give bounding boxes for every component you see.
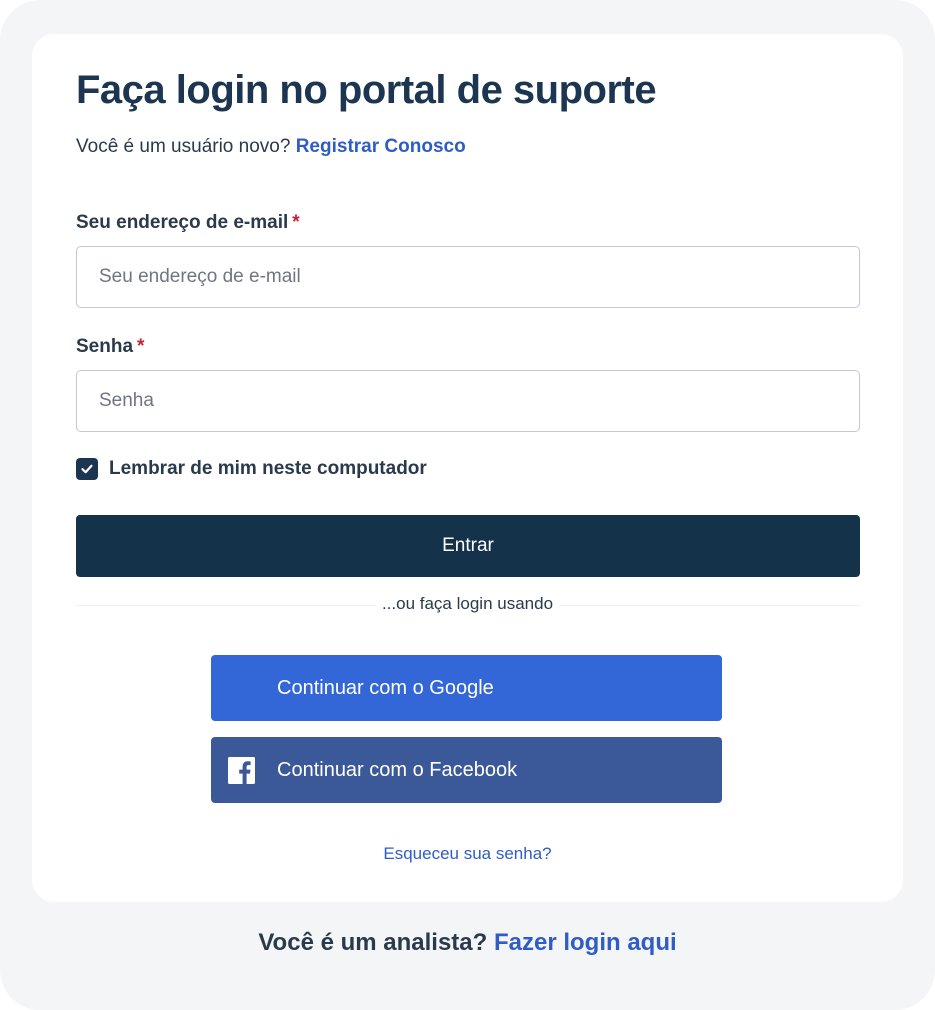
register-link[interactable]: Registrar Conosco <box>296 136 466 157</box>
page-background: Faça login no portal de suporte Você é u… <box>0 0 935 1010</box>
facebook-login-button[interactable]: Continuar com o Facebook <box>211 737 722 803</box>
facebook-icon <box>228 757 255 784</box>
analyst-prompt: Você é um analista? Fazer login aqui <box>0 929 935 957</box>
required-asterisk: * <box>137 336 145 357</box>
email-label: Seu endereço de e-mail * <box>76 212 300 234</box>
remember-me-label: Lembrar de mim neste computador <box>109 458 427 479</box>
check-icon <box>81 464 93 474</box>
password-label-text: Senha <box>76 336 134 357</box>
page-title: Faça login no portal de suporte <box>76 68 657 112</box>
new-user-text: Você é um usuário novo? <box>76 136 291 157</box>
required-asterisk: * <box>292 212 300 233</box>
google-login-button[interactable]: Continuar com o Google <box>211 655 722 721</box>
divider-text: ...ou faça login usando <box>32 594 903 614</box>
password-field[interactable] <box>76 370 860 432</box>
analyst-login-link[interactable]: Fazer login aqui <box>494 929 677 956</box>
facebook-login-label: Continuar com o Facebook <box>277 758 518 781</box>
login-card: Faça login no portal de suporte Você é u… <box>32 34 903 902</box>
forgot-password-link[interactable]: Esqueceu sua senha? <box>32 844 903 864</box>
password-label: Senha * <box>76 336 144 358</box>
new-user-prompt: Você é um usuário novo? Registrar Conosc… <box>76 136 466 158</box>
checkbox-checked[interactable] <box>76 458 98 480</box>
login-button[interactable]: Entrar <box>76 515 860 577</box>
analyst-text: Você é um analista? <box>258 929 488 956</box>
divider-label: ...ou faça login usando <box>375 594 560 613</box>
email-label-text: Seu endereço de e-mail <box>76 212 289 233</box>
email-field[interactable] <box>76 246 860 308</box>
remember-me-checkbox[interactable]: Lembrar de mim neste computador <box>76 458 427 480</box>
google-login-label: Continuar com o Google <box>277 676 494 699</box>
